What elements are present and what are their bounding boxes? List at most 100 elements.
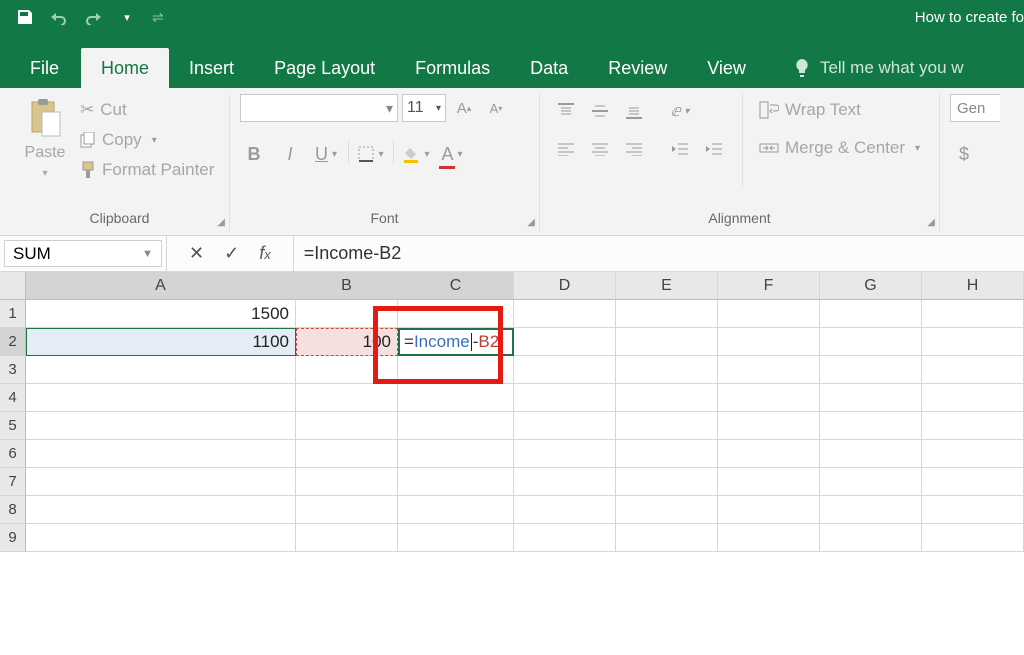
cell-g8[interactable] xyxy=(820,496,922,524)
row-header-5[interactable]: 5 xyxy=(0,412,26,440)
enter-formula-icon[interactable]: ✓ xyxy=(224,243,239,264)
cell-h5[interactable] xyxy=(922,412,1024,440)
cell-g7[interactable] xyxy=(820,468,922,496)
number-format-selector[interactable]: Gen xyxy=(950,94,1000,122)
cell-c3[interactable] xyxy=(398,356,514,384)
cell-f2[interactable] xyxy=(718,328,820,356)
cell-d5[interactable] xyxy=(514,412,616,440)
cell-f1[interactable] xyxy=(718,300,820,328)
cell-d8[interactable] xyxy=(514,496,616,524)
cell-f8[interactable] xyxy=(718,496,820,524)
select-all-corner[interactable] xyxy=(0,272,26,300)
cell-f6[interactable] xyxy=(718,440,820,468)
cell-h9[interactable] xyxy=(922,524,1024,552)
align-left-icon[interactable] xyxy=(550,136,582,162)
font-launcher-icon[interactable]: ◢ xyxy=(527,217,535,228)
underline-button[interactable]: U xyxy=(312,140,340,168)
tell-me-search[interactable]: Tell me what you w xyxy=(794,48,1024,88)
row-header-1[interactable]: 1 xyxy=(0,300,26,328)
cell-g5[interactable] xyxy=(820,412,922,440)
cell-h8[interactable] xyxy=(922,496,1024,524)
cell-b8[interactable] xyxy=(296,496,398,524)
cell-c7[interactable] xyxy=(398,468,514,496)
cell-h6[interactable] xyxy=(922,440,1024,468)
cell-c6[interactable] xyxy=(398,440,514,468)
cell-h1[interactable] xyxy=(922,300,1024,328)
cell-d2[interactable] xyxy=(514,328,616,356)
redo-icon[interactable] xyxy=(78,2,108,32)
save-icon[interactable] xyxy=(10,2,40,32)
name-box[interactable]: SUM ▼ xyxy=(4,240,162,267)
font-size-selector[interactable]: 11▾ xyxy=(402,94,446,122)
row-header-8[interactable]: 8 xyxy=(0,496,26,524)
undo-icon[interactable] xyxy=(44,2,74,32)
cell-e9[interactable] xyxy=(616,524,718,552)
format-painter-button[interactable]: Format Painter xyxy=(76,158,218,182)
bold-button[interactable]: B xyxy=(240,140,268,168)
decrease-indent-icon[interactable] xyxy=(664,136,696,162)
cell-d3[interactable] xyxy=(514,356,616,384)
cell-e7[interactable] xyxy=(616,468,718,496)
align-middle-icon[interactable] xyxy=(584,98,616,124)
cell-e4[interactable] xyxy=(616,384,718,412)
orientation-icon[interactable]: ⅇ xyxy=(664,98,696,124)
font-color-button[interactable]: A xyxy=(438,140,466,168)
cell-c9[interactable] xyxy=(398,524,514,552)
tab-view[interactable]: View xyxy=(687,48,766,88)
clipboard-launcher-icon[interactable]: ◢ xyxy=(217,217,225,228)
cell-a9[interactable] xyxy=(26,524,296,552)
cell-d1[interactable] xyxy=(514,300,616,328)
cell-g9[interactable] xyxy=(820,524,922,552)
col-header-f[interactable]: F xyxy=(718,272,820,300)
cell-b1[interactable] xyxy=(296,300,398,328)
copy-button[interactable]: Copy xyxy=(76,128,218,152)
cell-a2[interactable]: 1100 xyxy=(26,328,296,356)
alignment-launcher-icon[interactable]: ◢ xyxy=(927,217,935,228)
cell-f7[interactable] xyxy=(718,468,820,496)
row-header-4[interactable]: 4 xyxy=(0,384,26,412)
cell-e8[interactable] xyxy=(616,496,718,524)
cell-d9[interactable] xyxy=(514,524,616,552)
cell-f4[interactable] xyxy=(718,384,820,412)
col-header-b[interactable]: B xyxy=(296,272,398,300)
cell-a8[interactable] xyxy=(26,496,296,524)
fill-color-button[interactable] xyxy=(402,140,430,168)
font-family-selector[interactable]: ▾ xyxy=(240,94,398,122)
cell-c5[interactable] xyxy=(398,412,514,440)
border-button[interactable] xyxy=(357,140,385,168)
row-header-6[interactable]: 6 xyxy=(0,440,26,468)
cell-d6[interactable] xyxy=(514,440,616,468)
increase-indent-icon[interactable] xyxy=(698,136,730,162)
tab-page-layout[interactable]: Page Layout xyxy=(254,48,395,88)
cell-g1[interactable] xyxy=(820,300,922,328)
cancel-formula-icon[interactable]: ✕ xyxy=(189,243,204,264)
align-center-icon[interactable] xyxy=(584,136,616,162)
merge-center-button[interactable]: Merge & Center xyxy=(755,136,924,160)
cell-c1[interactable] xyxy=(398,300,514,328)
cell-e1[interactable] xyxy=(616,300,718,328)
cell-f5[interactable] xyxy=(718,412,820,440)
cell-e6[interactable] xyxy=(616,440,718,468)
cell-f3[interactable] xyxy=(718,356,820,384)
cell-a5[interactable] xyxy=(26,412,296,440)
tab-data[interactable]: Data xyxy=(510,48,588,88)
paste-button[interactable]: Paste ▾ xyxy=(20,94,70,181)
align-top-icon[interactable] xyxy=(550,98,582,124)
col-header-c[interactable]: C xyxy=(398,272,514,300)
cell-e2[interactable] xyxy=(616,328,718,356)
decrease-font-icon[interactable]: A▾ xyxy=(482,94,510,122)
cut-button[interactable]: ✂ Cut xyxy=(76,98,218,122)
cell-b4[interactable] xyxy=(296,384,398,412)
formula-input[interactable]: =Income-B2 xyxy=(294,236,1024,271)
col-header-g[interactable]: G xyxy=(820,272,922,300)
col-header-e[interactable]: E xyxy=(616,272,718,300)
cell-a3[interactable] xyxy=(26,356,296,384)
cell-g3[interactable] xyxy=(820,356,922,384)
col-header-d[interactable]: D xyxy=(514,272,616,300)
cell-b2[interactable]: 100 xyxy=(296,328,398,356)
cell-e3[interactable] xyxy=(616,356,718,384)
row-header-9[interactable]: 9 xyxy=(0,524,26,552)
cell-b6[interactable] xyxy=(296,440,398,468)
tab-insert[interactable]: Insert xyxy=(169,48,254,88)
cell-c4[interactable] xyxy=(398,384,514,412)
